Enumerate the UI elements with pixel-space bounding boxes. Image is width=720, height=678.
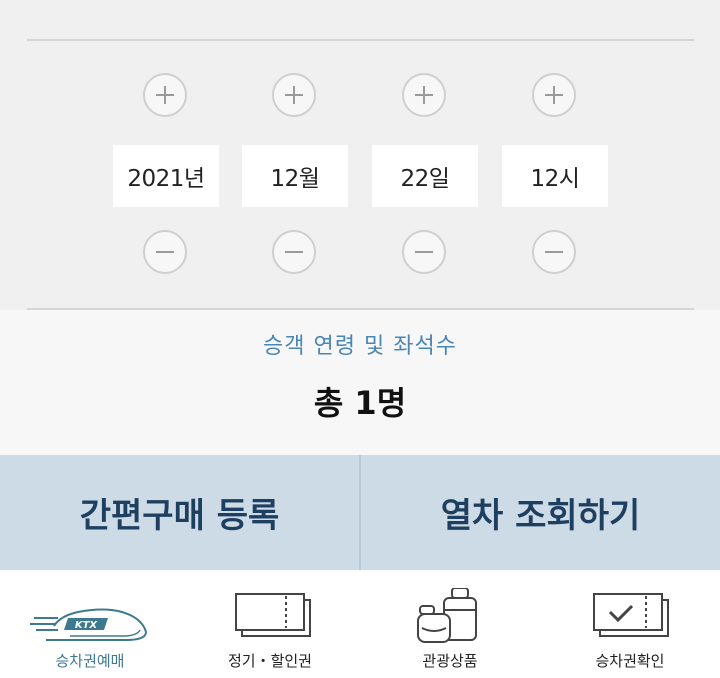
tab-label: 승차권확인: [595, 652, 665, 670]
quick-purchase-register-button[interactable]: 간편구매 등록: [0, 455, 359, 570]
passenger-total[interactable]: 총 1명: [0, 378, 720, 424]
passenger-label[interactable]: 승객 연령 및 좌석수: [0, 328, 720, 360]
tab-label: 정기・할인권: [227, 652, 312, 670]
minus-icon: [545, 251, 563, 253]
day-increment-button[interactable]: [402, 73, 446, 117]
hour-increment-button[interactable]: [532, 73, 576, 117]
tab-label: 승차권예매: [55, 652, 125, 670]
month-value[interactable]: 12월: [242, 145, 348, 207]
plus-icon: [285, 86, 303, 104]
minus-icon: [285, 251, 303, 253]
tab-ticket-check[interactable]: 승차권확인: [540, 570, 720, 678]
tab-ticket-reservation[interactable]: KTX 승차권예매: [0, 570, 180, 678]
year-increment-button[interactable]: [143, 73, 187, 117]
bottom-tab-bar: KTX 승차권예매 정기・할인권 관광상품 승차권확인: [0, 570, 720, 678]
month-increment-button[interactable]: [272, 73, 316, 117]
tab-pass-discount[interactable]: 정기・할인권: [180, 570, 360, 678]
hour-column: 12시: [502, 73, 608, 279]
ktx-train-icon: KTX: [30, 608, 148, 641]
minus-icon: [415, 251, 433, 253]
day-value[interactable]: 22일: [372, 145, 478, 207]
pass-ticket-icon: [235, 593, 311, 637]
day-column: 22일: [372, 73, 478, 279]
tab-tour-products[interactable]: 관광상품: [360, 570, 540, 678]
minus-icon: [156, 251, 174, 253]
month-column: 12월: [242, 73, 348, 279]
luggage-icon: [417, 588, 477, 643]
search-train-button[interactable]: 열차 조회하기: [361, 455, 720, 570]
month-decrement-button[interactable]: [272, 230, 316, 274]
ticket-check-icon: [593, 593, 669, 637]
year-column: 2021년: [113, 73, 219, 279]
svg-text:KTX: KTX: [75, 620, 99, 631]
year-decrement-button[interactable]: [143, 230, 187, 274]
datetime-picker: 2021년 12월 22일 12시: [0, 0, 720, 310]
tab-label: 관광상품: [422, 652, 478, 670]
plus-icon: [415, 86, 433, 104]
plus-icon: [545, 86, 563, 104]
divider: [27, 39, 694, 41]
plus-icon: [156, 86, 174, 104]
hour-decrement-button[interactable]: [532, 230, 576, 274]
year-value[interactable]: 2021년: [113, 145, 219, 207]
passenger-section[interactable]: 승객 연령 및 좌석수 총 1명: [0, 310, 720, 455]
action-bar: 간편구매 등록 열차 조회하기: [0, 455, 720, 570]
hour-value[interactable]: 12시: [502, 145, 608, 207]
day-decrement-button[interactable]: [402, 230, 446, 274]
